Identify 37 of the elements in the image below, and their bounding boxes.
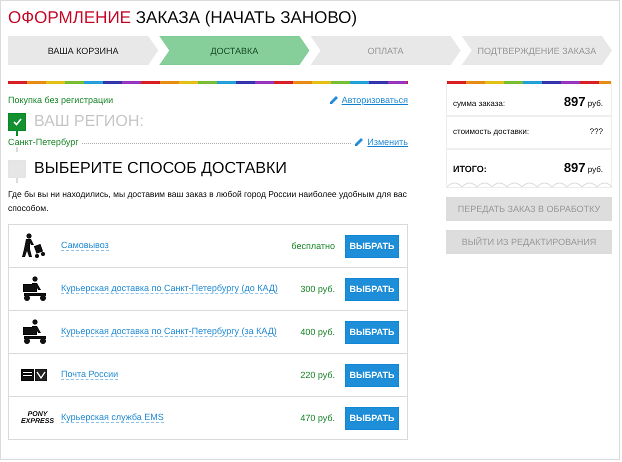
region-value: Санкт-Петербург xyxy=(8,136,79,146)
delivery-price: бесплатно xyxy=(291,241,335,251)
delivery-method-link[interactable]: Курьерская служба EMS xyxy=(61,412,164,423)
select-button[interactable]: ВЫБРАТЬ xyxy=(345,364,399,386)
pencil-icon xyxy=(328,94,339,105)
section-title: ВЫБЕРИТЕ СПОСОБ ДОСТАВКИ xyxy=(34,160,287,178)
delivery-price: 400 руб. xyxy=(300,327,335,337)
delivery-method-link[interactable]: Почта России xyxy=(61,369,118,380)
select-button[interactable]: ВЫБРАТЬ xyxy=(345,278,399,300)
login-link[interactable]: Авторизоваться xyxy=(328,94,408,105)
delivery-price: 220 руб. xyxy=(300,370,335,380)
summary-label: сумма заказа: xyxy=(453,99,506,108)
select-button[interactable]: ВЫБРАТЬ xyxy=(345,406,399,430)
select-button[interactable]: ВЫБРАТЬ xyxy=(345,320,399,344)
summary-value: ??? xyxy=(590,127,603,136)
check-icon xyxy=(12,118,22,126)
select-button[interactable]: ВЫБРАТЬ xyxy=(345,234,399,258)
courier-scooter-icon xyxy=(21,276,49,302)
summary-label: стоимость доставки: xyxy=(453,127,530,136)
page-title: ОФОРМЛЕНИЕ ЗАКАЗА (НАЧАТЬ ЗАНОВО) xyxy=(8,8,358,28)
person-with-cart-icon xyxy=(21,233,47,259)
delivery-method-link[interactable]: Самовывоз xyxy=(61,240,109,251)
progress-step[interactable]: ВАША КОРЗИНА xyxy=(8,36,158,65)
delivery-method-link[interactable]: Курьерская доставка по Санкт-Петербургу (за КАД) xyxy=(61,326,277,337)
summary-value: 897 руб. xyxy=(564,94,603,109)
progress-step[interactable]: ДОСТАВКА xyxy=(159,36,310,65)
guest-checkout-note: Покупка без регистрации xyxy=(8,94,114,104)
summary-label: ИТОГО: xyxy=(453,164,487,174)
pencil-icon xyxy=(354,136,364,147)
courier-scooter-icon xyxy=(21,319,49,345)
delivery-method-link[interactable]: Курьерская доставка по Санкт-Петербургу (до КАД) xyxy=(61,283,278,294)
change-region-link[interactable]: Изменить xyxy=(354,136,408,147)
summary-value: 897 руб. xyxy=(564,160,603,175)
delivery-price: 470 руб. xyxy=(300,413,335,423)
delivery-price: 300 руб. xyxy=(300,284,335,294)
post-logo-icon xyxy=(21,369,47,381)
delivery-description: Где бы вы ни находились, мы доставим ваш заказ в любой город России наиболее удобным для вас способом. xyxy=(8,188,408,215)
